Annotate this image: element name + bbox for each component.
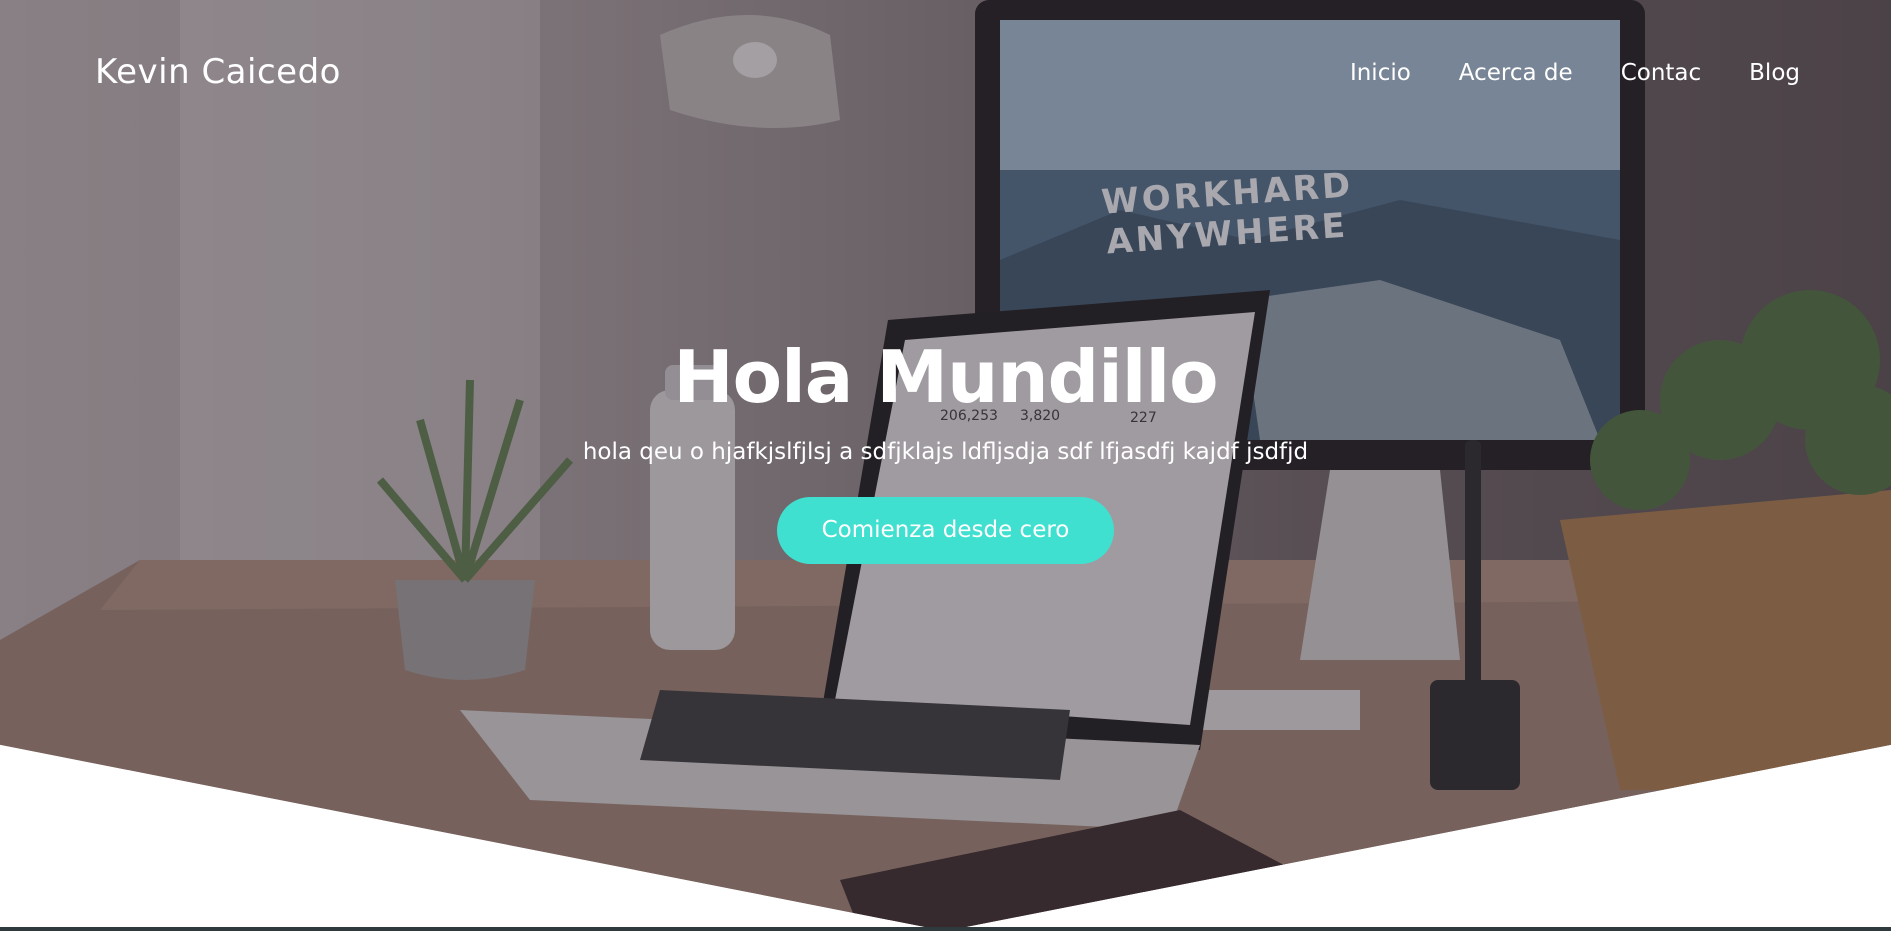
hero-content: Hola Mundillo hola qeu o hjafkjslfjlsj a… (0, 335, 1891, 564)
nav-item-blog[interactable]: Blog (1749, 60, 1800, 86)
nav-item-inicio[interactable]: Inicio (1350, 60, 1411, 86)
cta-button[interactable]: Comienza desde cero (776, 497, 1115, 564)
hero-subtitle: hola qeu o hjafkjslfjlsj a sdfjklajs ldf… (582, 439, 1309, 465)
top-nav: Kevin Caicedo Inicio Acerca de Contac Bl… (0, 0, 1891, 152)
nav-item-acerca-de[interactable]: Acerca de (1459, 60, 1573, 86)
bottom-strip (0, 927, 1891, 931)
brand-logo[interactable]: Kevin Caicedo (95, 52, 341, 92)
nav-item-contac[interactable]: Contac (1621, 60, 1701, 86)
hero-title: Hola Mundillo (673, 335, 1218, 419)
nav-menu: Inicio Acerca de Contac Blog (1350, 60, 1800, 86)
